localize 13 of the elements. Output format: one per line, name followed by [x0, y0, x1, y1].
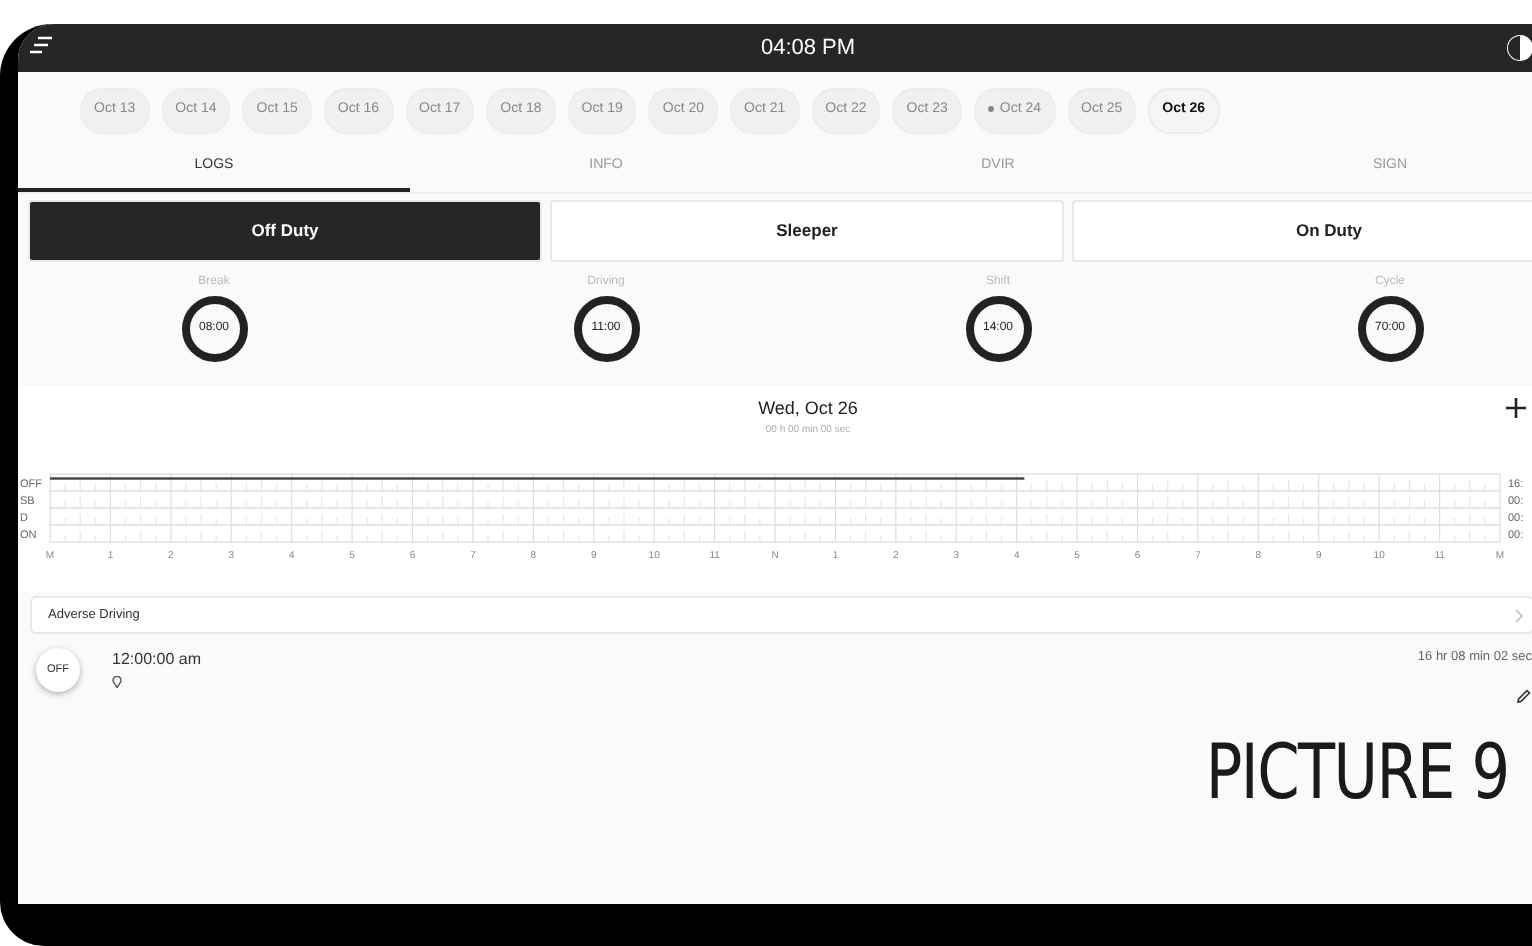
chevron-right-icon	[1514, 607, 1524, 623]
add-icon[interactable]	[1506, 398, 1526, 418]
duty-status-button[interactable]: On Duty	[1072, 200, 1532, 262]
menu-icon[interactable]	[30, 36, 54, 56]
status-time: 04:08 PM	[760, 33, 856, 64]
duty-status-button[interactable]: Off Duty	[28, 200, 542, 262]
log-time: 12:00:00 am	[112, 648, 203, 672]
duty-status-button[interactable]: Sleeper	[550, 200, 1064, 262]
edit-icon[interactable]	[1516, 687, 1532, 704]
theme-icon[interactable]	[1506, 34, 1532, 62]
location-pin-icon	[112, 676, 122, 688]
caption: PICTURE 9	[1205, 725, 1508, 820]
chart-date: Wed, Oct 26	[758, 396, 858, 422]
